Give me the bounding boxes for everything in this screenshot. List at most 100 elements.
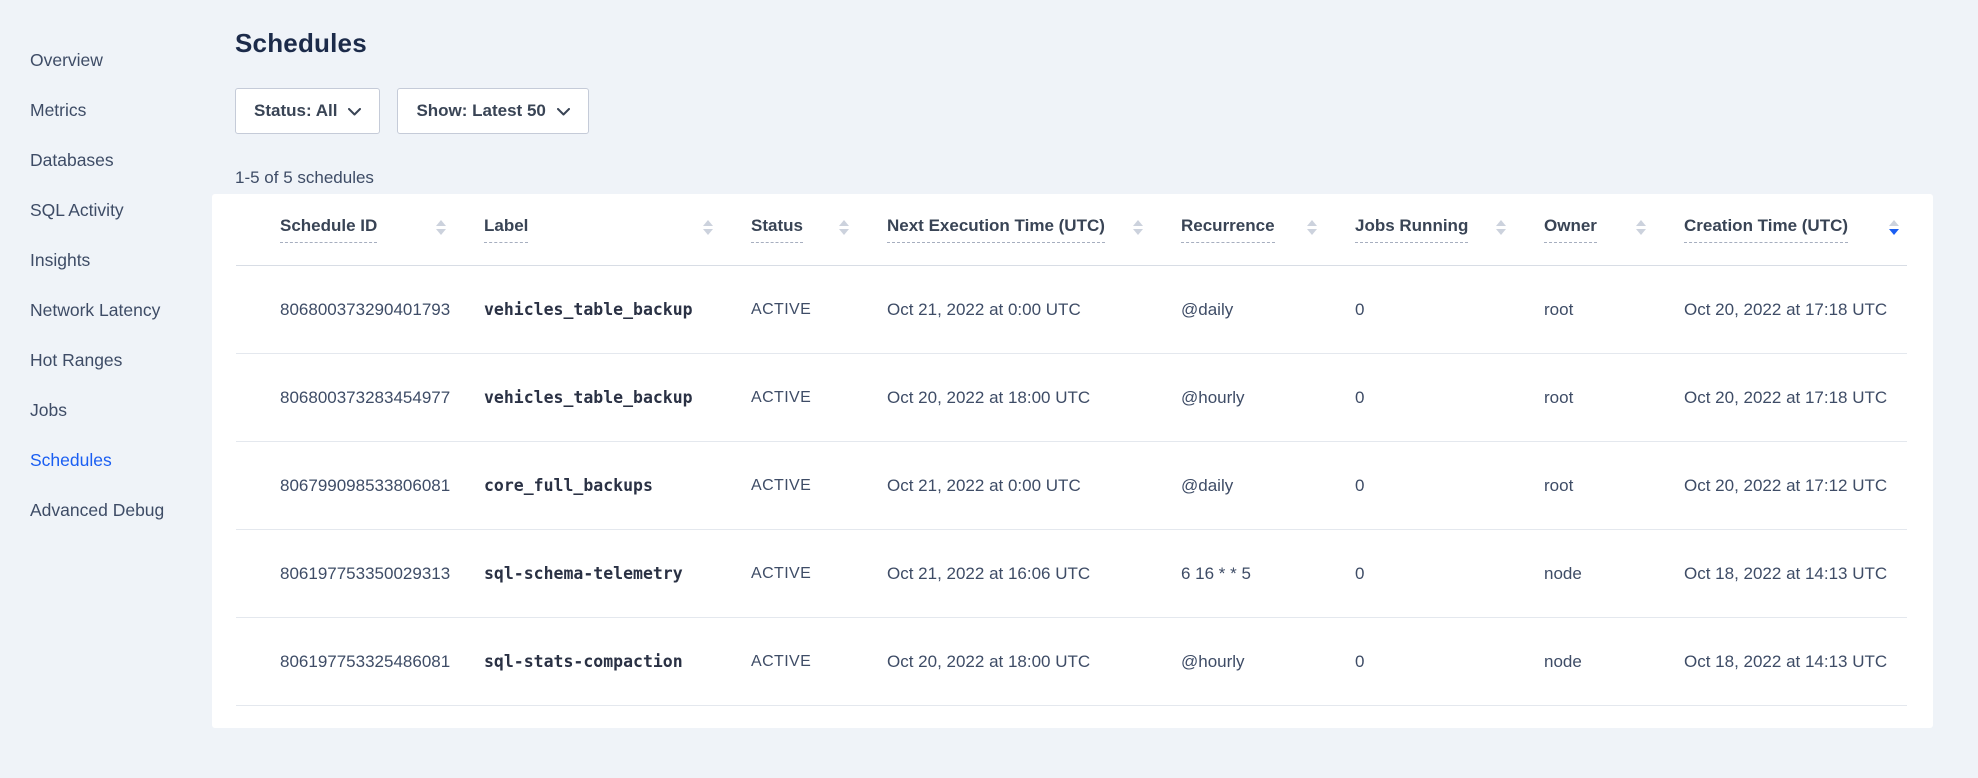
schedule-id-cell: 806197753325486081 <box>236 652 484 672</box>
schedule-status-cell: ACTIVE <box>751 477 887 495</box>
sidebar-item-label: Hot Ranges <box>30 350 122 371</box>
main-content: Schedules Status: All Show: Latest 50 1-… <box>212 0 1933 728</box>
schedule-label-cell: vehicles_table_backup <box>484 388 751 407</box>
schedule-status-cell: ACTIVE <box>751 653 887 671</box>
sidebar-item-label: Network Latency <box>30 300 160 321</box>
recurrence-cell: 6 16 * * 5 <box>1181 564 1355 584</box>
schedule-label-cell: core_full_backups <box>484 476 751 495</box>
column-header-label: Recurrence <box>1181 216 1275 243</box>
column-header-status[interactable]: Status <box>751 216 887 243</box>
table-row: 806800373283454977 vehicles_table_backup… <box>236 354 1907 442</box>
filter-bar: Status: All Show: Latest 50 <box>235 88 1933 134</box>
column-header-label: Creation Time (UTC) <box>1684 216 1848 243</box>
sort-icon[interactable] <box>436 220 446 235</box>
schedule-id-cell: 806800373290401793 <box>236 300 484 320</box>
sort-icon[interactable] <box>1889 220 1899 235</box>
schedule-label-cell: sql-schema-telemetry <box>484 564 751 583</box>
recurrence-cell: @daily <box>1181 300 1355 320</box>
jobs-running-cell: 0 <box>1355 652 1544 672</box>
jobs-running-cell: 0 <box>1355 564 1544 584</box>
schedule-label-cell: vehicles_table_backup <box>484 300 751 319</box>
column-header-label: Owner <box>1544 216 1597 243</box>
owner-cell: root <box>1544 476 1684 496</box>
chevron-down-icon <box>348 101 361 121</box>
sort-icon[interactable] <box>1133 220 1143 235</box>
sidebar-item[interactable]: Advanced Debug <box>0 485 212 535</box>
creation-time-cell: Oct 18, 2022 at 14:13 UTC <box>1684 564 1907 584</box>
sidebar-item[interactable]: Insights <box>0 235 212 285</box>
recurrence-cell: @daily <box>1181 476 1355 496</box>
column-header-label: Jobs Running <box>1355 216 1468 243</box>
page-title: Schedules <box>235 28 1933 59</box>
column-header-label: Schedule ID <box>280 216 377 243</box>
column-header-label: Label <box>484 216 528 243</box>
schedule-status-cell: ACTIVE <box>751 301 887 319</box>
sidebar-item[interactable]: Hot Ranges <box>0 335 212 385</box>
column-header-owner[interactable]: Owner <box>1544 216 1684 243</box>
next-execution-cell: Oct 21, 2022 at 0:00 UTC <box>887 300 1181 320</box>
status-filter-label: Status: All <box>254 101 337 121</box>
column-header-label-col[interactable]: Label <box>484 216 751 243</box>
sidebar-item-label: Jobs <box>30 400 67 421</box>
schedules-table: Schedule ID Label Status Next Execution … <box>236 194 1907 706</box>
sidebar-item-label: Metrics <box>30 100 86 121</box>
table-row: 806197753350029313 sql-schema-telemetry … <box>236 530 1907 618</box>
sidebar-item[interactable]: Jobs <box>0 385 212 435</box>
jobs-running-cell: 0 <box>1355 476 1544 496</box>
schedule-status-cell: ACTIVE <box>751 565 887 583</box>
jobs-running-cell: 0 <box>1355 300 1544 320</box>
next-execution-cell: Oct 21, 2022 at 16:06 UTC <box>887 564 1181 584</box>
column-header-recurrence[interactable]: Recurrence <box>1181 216 1355 243</box>
recurrence-cell: @hourly <box>1181 652 1355 672</box>
sort-icon[interactable] <box>1307 220 1317 235</box>
schedules-page: Overview Metrics Databases SQL Activity … <box>0 0 1978 778</box>
schedule-label-cell: sql-stats-compaction <box>484 652 751 671</box>
table-row: 806197753325486081 sql-stats-compaction … <box>236 618 1907 706</box>
sort-icon[interactable] <box>1496 220 1506 235</box>
column-header-creation-time[interactable]: Creation Time (UTC) <box>1684 216 1907 243</box>
owner-cell: root <box>1544 388 1684 408</box>
creation-time-cell: Oct 20, 2022 at 17:12 UTC <box>1684 476 1907 496</box>
next-execution-cell: Oct 21, 2022 at 0:00 UTC <box>887 476 1181 496</box>
sidebar-nav: Overview Metrics Databases SQL Activity … <box>0 0 212 778</box>
sidebar-item[interactable]: Schedules <box>0 435 212 485</box>
owner-cell: node <box>1544 652 1684 672</box>
sidebar-item[interactable]: Metrics <box>0 85 212 135</box>
creation-time-cell: Oct 18, 2022 at 14:13 UTC <box>1684 652 1907 672</box>
sidebar-item-label: Insights <box>30 250 90 271</box>
sort-icon[interactable] <box>1636 220 1646 235</box>
creation-time-cell: Oct 20, 2022 at 17:18 UTC <box>1684 300 1907 320</box>
schedule-id-cell: 806800373283454977 <box>236 388 484 408</box>
schedules-table-card: Schedule ID Label Status Next Execution … <box>212 194 1933 728</box>
status-filter-dropdown[interactable]: Status: All <box>235 88 380 134</box>
sidebar-item-label: Advanced Debug <box>30 500 164 521</box>
table-header-row: Schedule ID Label Status Next Execution … <box>236 194 1907 266</box>
table-row: 806800373290401793 vehicles_table_backup… <box>236 266 1907 354</box>
owner-cell: root <box>1544 300 1684 320</box>
sort-icon[interactable] <box>839 220 849 235</box>
sidebar-item[interactable]: Overview <box>0 35 212 85</box>
column-header-schedule-id[interactable]: Schedule ID <box>236 216 484 243</box>
next-execution-cell: Oct 20, 2022 at 18:00 UTC <box>887 652 1181 672</box>
schedule-id-cell: 806197753350029313 <box>236 564 484 584</box>
sidebar-item[interactable]: Network Latency <box>0 285 212 335</box>
column-header-next-execution[interactable]: Next Execution Time (UTC) <box>887 216 1181 243</box>
sidebar-item-label: Overview <box>30 50 103 71</box>
sidebar-item[interactable]: SQL Activity <box>0 185 212 235</box>
column-header-jobs-running[interactable]: Jobs Running <box>1355 216 1544 243</box>
creation-time-cell: Oct 20, 2022 at 17:18 UTC <box>1684 388 1907 408</box>
show-filter-dropdown[interactable]: Show: Latest 50 <box>397 88 588 134</box>
sidebar-item-label: Databases <box>30 150 114 171</box>
results-count: 1-5 of 5 schedules <box>235 168 1933 188</box>
schedule-id-cell: 806799098533806081 <box>236 476 484 496</box>
sort-icon[interactable] <box>703 220 713 235</box>
recurrence-cell: @hourly <box>1181 388 1355 408</box>
table-row: 806799098533806081 core_full_backups ACT… <box>236 442 1907 530</box>
owner-cell: node <box>1544 564 1684 584</box>
show-filter-label: Show: Latest 50 <box>416 101 545 121</box>
next-execution-cell: Oct 20, 2022 at 18:00 UTC <box>887 388 1181 408</box>
sidebar-item[interactable]: Databases <box>0 135 212 185</box>
sidebar-item-label: Schedules <box>30 450 112 471</box>
schedule-status-cell: ACTIVE <box>751 389 887 407</box>
jobs-running-cell: 0 <box>1355 388 1544 408</box>
